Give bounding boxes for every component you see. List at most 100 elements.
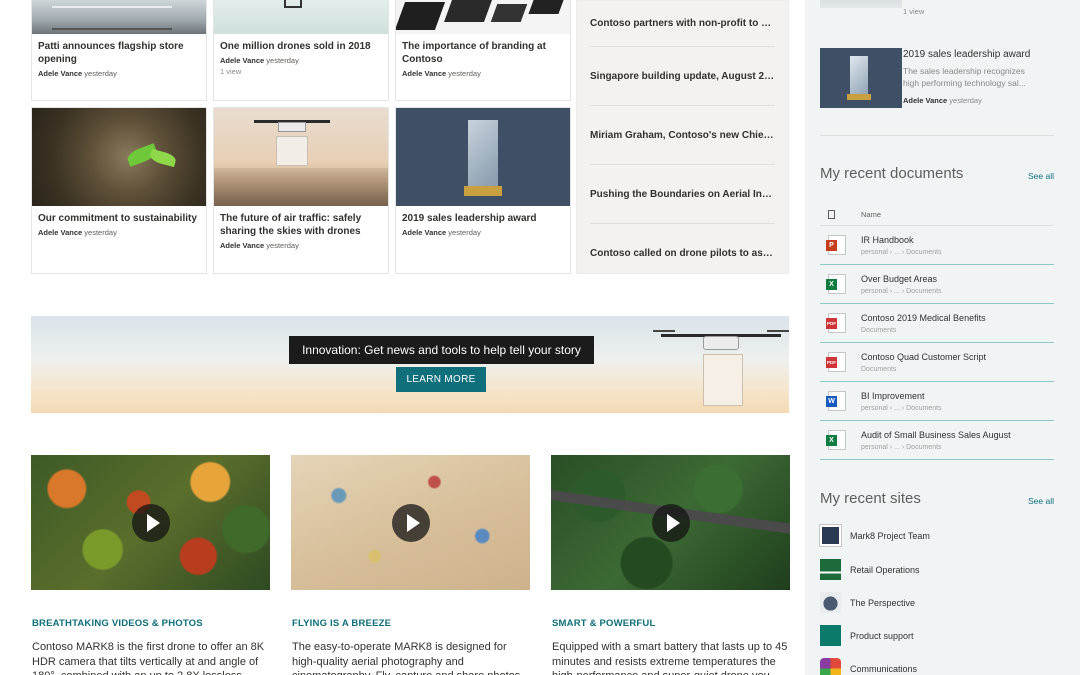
hero-banner: Innovation: Get news and tools to help t… [31,316,789,413]
drone-image [651,322,789,412]
site-item[interactable]: Product support [820,625,1054,647]
document-row[interactable]: P IR Handbook personal › ... › Documents [820,226,1054,265]
news-card[interactable]: One million drones sold in 2018 Adele Va… [213,0,389,101]
headline-item[interactable]: Pushing the Boundaries on Aerial Inspec.… [590,165,775,224]
site-logo [820,625,841,646]
video-thumbnail[interactable] [291,455,530,590]
site-name: Communications [850,664,918,674]
news-thumbnail [32,108,206,206]
play-icon[interactable] [391,503,430,542]
feature-heading: FLYING IS A BREEZE [292,618,392,629]
news-card[interactable]: Patti announces flagship store opening A… [31,0,207,101]
news-meta: Adele Vance yesterday [402,228,481,237]
document-path: personal › ... › Documents [861,444,942,451]
site-name: Product support [850,631,914,641]
document-path: personal › ... › Documents [861,405,942,412]
document-name: Audit of Small Business Sales August [861,430,1011,440]
news-title: One million drones sold in 2018 [220,41,371,52]
news-title: Our commitment to sustainability [38,213,197,224]
site-logo [820,559,841,580]
news-thumbnail [214,0,388,34]
news-title: 2019 sales leadership award [402,213,537,224]
news-meta: Adele Vance yesterday [38,69,117,78]
document-row[interactable]: X Audit of Small Business Sales August p… [820,421,1054,460]
site-logo [820,592,841,613]
video-thumbnail[interactable] [551,455,790,590]
news-thumbnail [32,0,206,34]
powerpoint-icon: P [826,235,846,255]
news-card[interactable]: The importance of branding at Contoso Ad… [395,0,571,101]
document-row[interactable]: PDF Contoso Quad Customer Script Documen… [820,343,1054,382]
document-name: Contoso Quad Customer Script [861,352,987,362]
document-row[interactable]: W BI Improvement personal › ... › Docume… [820,382,1054,421]
headline-item[interactable]: Contoso partners with non-profit to deli… [590,1,775,47]
site-name: Mark8 Project Team [850,531,930,541]
recent-sites-heading: My recent sites [820,490,921,507]
news-title: The importance of branding at Contoso [402,41,546,65]
name-column-header[interactable]: Name [861,210,881,219]
document-path: Documents [861,366,897,373]
news-meta: Adele Vance yesterday [220,56,299,65]
rail-news-meta: Adele Vance yesterday [903,96,982,105]
news-title: The future of air traffic: safely sharin… [220,213,362,237]
news-meta: Adele Vance yesterday [402,69,481,78]
pdf-icon: PDF [826,352,846,372]
news-thumbnail [214,108,388,206]
news-thumbnail [396,0,570,34]
right-rail: 1 view 2019 sales leadership award The s… [805,0,1080,675]
rail-news-title[interactable]: 2019 sales leadership award [903,49,1030,60]
site-logo [819,524,842,547]
headline-item[interactable]: Miriam Graham, Contoso's new Chief Ma... [590,106,775,165]
feature-body: Contoso MARK8 is the first drone to offe… [32,641,265,675]
documents-see-all-link[interactable]: See all [1028,171,1054,181]
site-item[interactable]: Retail Operations [820,559,1054,581]
news-title: Patti announces flagship store opening [38,41,184,65]
recent-documents-heading: My recent documents [820,165,964,182]
site-item[interactable]: Communications [820,658,1054,675]
excel-icon: X [826,430,846,450]
file-type-icon [828,210,835,219]
document-path: personal › ... › Documents [861,249,942,256]
news-card[interactable]: Our commitment to sustainability Adele V… [31,107,207,274]
document-path: personal › ... › Documents [861,288,942,295]
document-row[interactable]: X Over Budget Areas personal › ... › Doc… [820,265,1054,304]
news-views: 1 view [220,67,242,76]
video-thumbnail[interactable] [31,455,270,590]
rail-news-description: The sales leadership recognizes high per… [903,66,1026,88]
news-card[interactable]: The future of air traffic: safely sharin… [213,107,389,274]
site-name: The Perspective [850,598,916,608]
document-name: IR Handbook [861,235,914,245]
site-name: Retail Operations [850,565,920,575]
main-content: Patti announces flagship store opening A… [0,0,805,675]
feature-heading: SMART & POWERFUL [552,618,656,629]
play-icon[interactable] [131,503,170,542]
banner-text: Innovation: Get news and tools to help t… [289,336,594,364]
news-card[interactable]: 2019 sales leadership award Adele Vance … [395,107,571,274]
document-row[interactable]: PDF Contoso 2019 Medical Benefits Docume… [820,304,1054,343]
headline-list: Contoso partners with non-profit to deli… [576,0,789,274]
site-item[interactable]: Mark8 Project Team [819,524,1054,547]
feature-body: Equipped with a smart battery that lasts… [552,641,788,675]
document-path: Documents [861,327,897,334]
headline-item[interactable]: Singapore building update, August 2019 [590,47,775,106]
document-name: BI Improvement [861,391,925,401]
play-icon[interactable] [651,503,690,542]
learn-more-button[interactable]: LEARN MORE [396,367,486,392]
word-icon: W [826,391,846,411]
rail-news-thumbnail[interactable] [820,48,902,108]
rail-news-thumbnail[interactable] [820,0,902,8]
excel-icon: X [826,274,846,294]
pdf-icon: PDF [826,313,846,333]
document-name: Over Budget Areas [861,274,938,284]
news-meta: Adele Vance yesterday [220,241,299,250]
site-item[interactable]: The Perspective [820,592,1054,614]
documents-table-header: Name [820,204,1054,226]
document-name: Contoso 2019 Medical Benefits [861,313,986,323]
headline-item[interactable]: Contoso called on drone pilots to assist… [590,224,775,283]
rail-news-views: 1 view [903,7,925,16]
news-thumbnail [396,108,570,206]
sites-see-all-link[interactable]: See all [1028,496,1054,506]
news-meta: Adele Vance yesterday [38,228,117,237]
site-logo [820,658,841,675]
feature-body: The easy-to-operate MARK8 is designed fo… [292,641,520,675]
